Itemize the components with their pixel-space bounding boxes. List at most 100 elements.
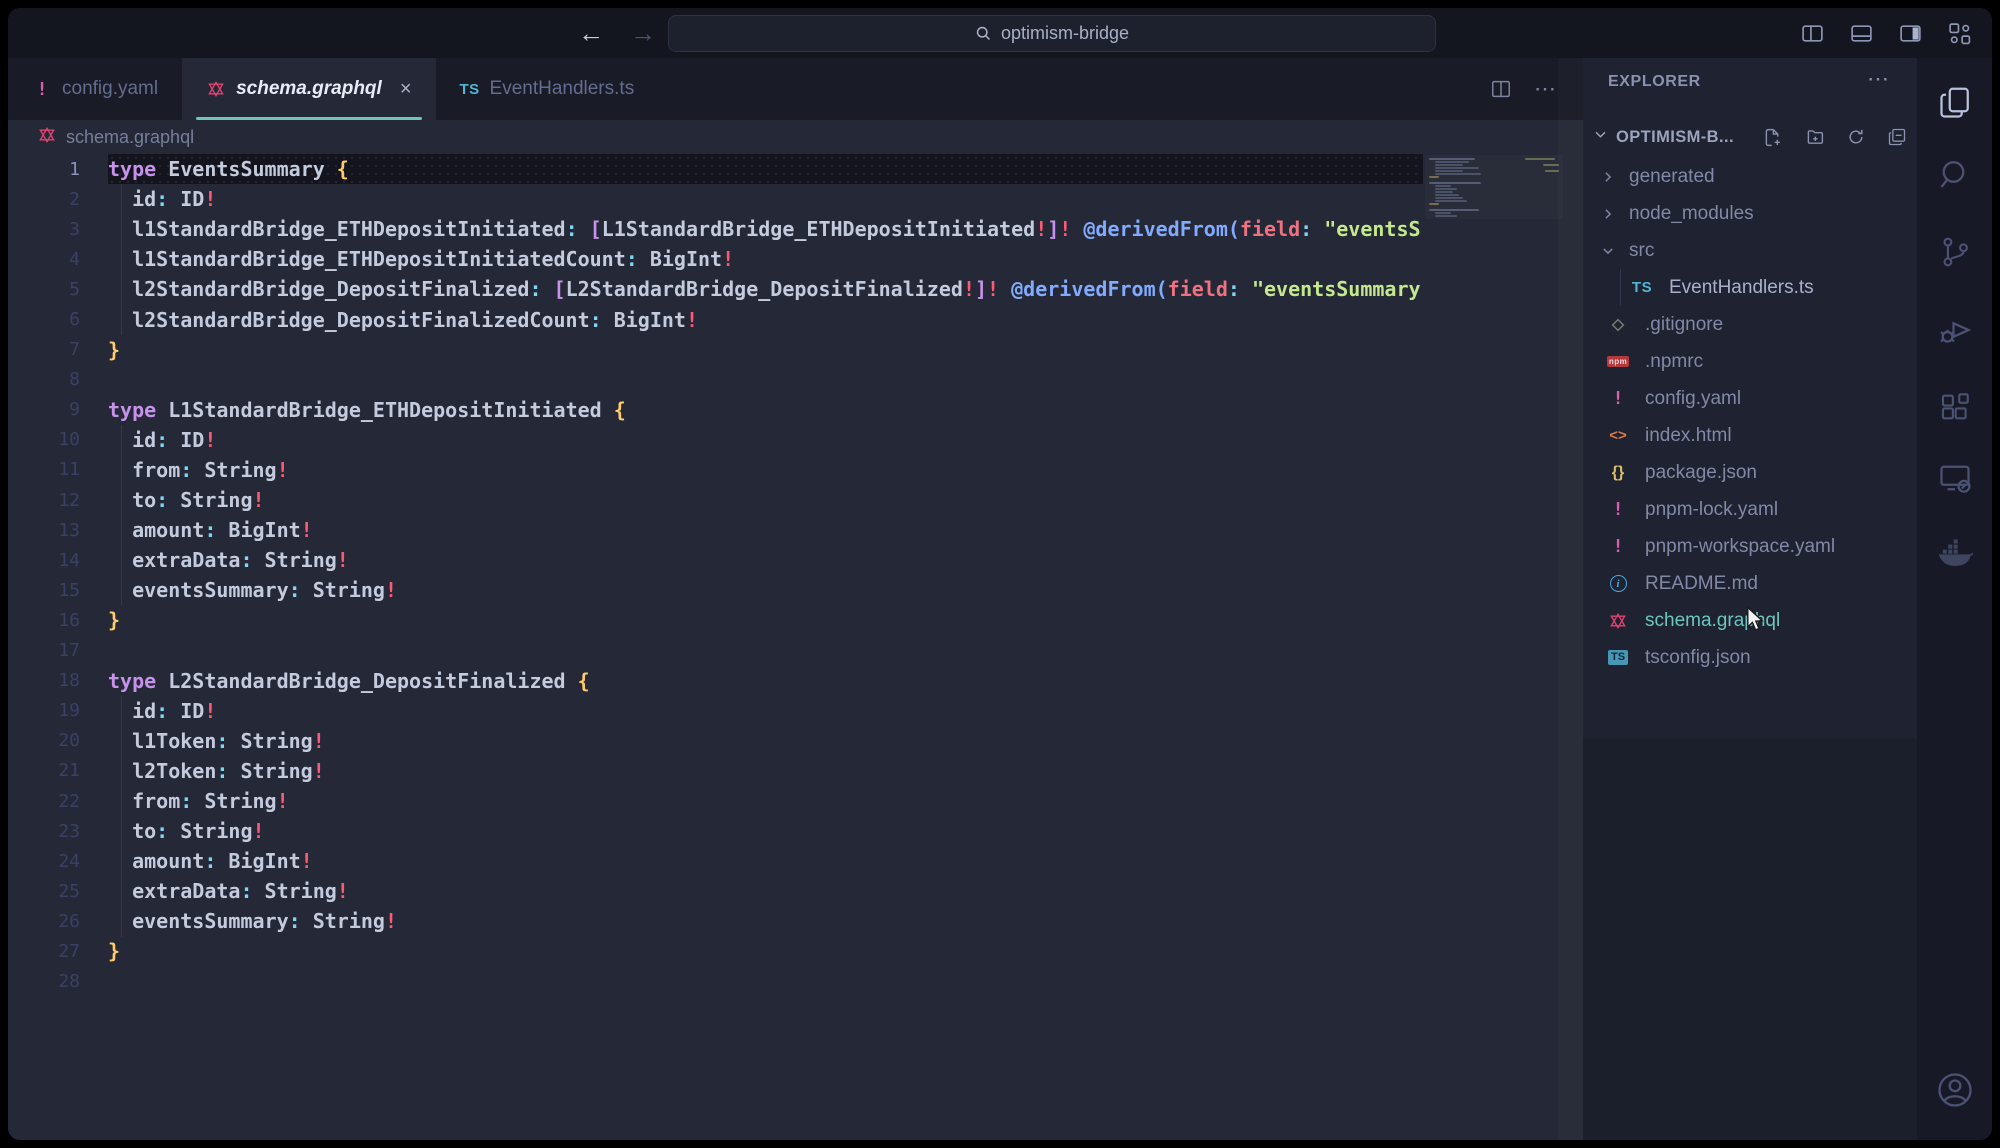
tree-folder-generated[interactable]: generated xyxy=(1583,158,1917,195)
code-line-21[interactable]: 21 l2Token: String! xyxy=(8,756,1423,786)
line-number: 22 xyxy=(8,791,108,812)
line-number: 9 xyxy=(8,399,108,420)
customize-layout-icon[interactable] xyxy=(1947,21,1972,46)
toggle-panel-right-icon[interactable] xyxy=(1898,21,1923,46)
tree-file-tsconfig.json[interactable]: TStsconfig.json xyxy=(1583,639,1917,676)
activity-run-debug-icon[interactable] xyxy=(1937,312,1973,348)
activity-explorer-icon[interactable] xyxy=(1937,85,1973,121)
graphql-icon xyxy=(38,126,56,149)
tree-file-.gitignore[interactable]: .gitignore xyxy=(1583,306,1917,343)
line-number: 12 xyxy=(8,490,108,511)
tree-file-pnpm-workspace.yaml[interactable]: !pnpm-workspace.yaml xyxy=(1583,528,1917,565)
line-number: 24 xyxy=(8,851,108,872)
ellipsis-icon[interactable]: ⋯ xyxy=(1534,76,1557,102)
code-line-27[interactable]: 27} xyxy=(8,936,1423,966)
code-editor[interactable]: 1type EventsSummary {2 id: ID!3 l1Standa… xyxy=(8,154,1583,1140)
line-number: 21 xyxy=(8,760,108,781)
code-line-25[interactable]: 25 extraData: String! xyxy=(8,876,1423,906)
code-line-10[interactable]: 10 id: ID! xyxy=(8,425,1423,455)
new-file-icon[interactable] xyxy=(1762,127,1783,148)
code-line-28[interactable]: 28 xyxy=(8,967,1423,997)
breadcrumb[interactable]: schema.graphql xyxy=(8,120,1583,154)
code-line-14[interactable]: 14 extraData: String! xyxy=(8,545,1423,575)
code-line-20[interactable]: 20 l1Token: String! xyxy=(8,726,1423,756)
code-text: amount: BigInt! xyxy=(108,849,313,873)
ts-text-icon: TS xyxy=(460,81,480,98)
activity-extensions-icon[interactable] xyxy=(1938,390,1972,424)
code-line-7[interactable]: 7} xyxy=(8,335,1423,365)
minimap[interactable] xyxy=(1425,155,1563,219)
tab-close-icon[interactable]: × xyxy=(400,78,412,101)
activity-account-icon[interactable] xyxy=(1935,1070,1975,1110)
layout-controls xyxy=(1800,8,1972,58)
history-forward-button[interactable]: → xyxy=(630,20,656,46)
activity-source-control-icon[interactable] xyxy=(1938,235,1972,269)
tree-file-README.md[interactable]: iREADME.md xyxy=(1583,565,1917,602)
screenshot-stage: ← → optimism-bridge xyxy=(0,0,2000,1148)
editor-scrollbar[interactable] xyxy=(1558,58,1583,1140)
line-number: 28 xyxy=(8,971,108,992)
code-text: l1StandardBridge_ETHDepositInitiated: [L… xyxy=(108,217,1421,241)
tab-schema.graphql[interactable]: schema.graphql× xyxy=(182,58,435,120)
code-line-15[interactable]: 15 eventsSummary: String! xyxy=(8,575,1423,605)
line-number: 10 xyxy=(8,429,108,450)
new-folder-icon[interactable] xyxy=(1804,127,1825,148)
code-line-2[interactable]: 2 id: ID! xyxy=(8,184,1423,214)
mouse-cursor xyxy=(1743,606,1767,637)
search-value: optimism-bridge xyxy=(1001,23,1129,44)
tree-file-package.json[interactable]: {}package.json xyxy=(1583,454,1917,491)
code-line-6[interactable]: 6 l2StandardBridge_DepositFinalizedCount… xyxy=(8,304,1423,334)
chevron-right-icon xyxy=(1601,207,1615,221)
history-back-button[interactable]: ← xyxy=(578,20,604,46)
explorer-more-actions[interactable]: ⋯ xyxy=(1867,66,1889,92)
code-line-8[interactable]: 8 xyxy=(8,365,1423,395)
code-line-17[interactable]: 17 xyxy=(8,636,1423,666)
tree-file-EventHandlers.ts[interactable]: TSEventHandlers.ts xyxy=(1583,269,1917,306)
file-tree: generated node_modulessrc TSEventHandlers.… xyxy=(1583,158,1917,676)
tab-config.yaml[interactable]: !config.yaml xyxy=(8,58,182,120)
tab-label: config.yaml xyxy=(62,78,158,100)
activity-remote-explorer-icon[interactable] xyxy=(1937,460,1973,496)
tree-file-index.html[interactable]: <>index.html xyxy=(1583,417,1917,454)
code-line-11[interactable]: 11 from: String! xyxy=(8,455,1423,485)
command-center-search[interactable]: optimism-bridge xyxy=(668,15,1436,52)
tree-folder-node_modules[interactable]: node_modules xyxy=(1583,195,1917,232)
code-line-16[interactable]: 16} xyxy=(8,605,1423,635)
code-line-26[interactable]: 26 eventsSummary: String! xyxy=(8,906,1423,936)
tree-file-.npmrc[interactable]: npm.npmrc xyxy=(1583,343,1917,380)
tree-item-label: generated xyxy=(1629,166,1715,188)
code-line-9[interactable]: 9type L1StandardBridge_ETHDepositInitiat… xyxy=(8,395,1423,425)
line-number: 15 xyxy=(8,580,108,601)
code-text: type L1StandardBridge_ETHDepositInitiate… xyxy=(108,398,626,422)
activity-docker-icon[interactable] xyxy=(1936,536,1974,570)
line-number: 26 xyxy=(8,911,108,932)
code-line-24[interactable]: 24 amount: BigInt! xyxy=(8,846,1423,876)
project-root-row[interactable]: OPTIMISM-B... xyxy=(1583,118,1917,156)
code-line-3[interactable]: 3 l1StandardBridge_ETHDepositInitiated: … xyxy=(8,214,1423,244)
code-line-13[interactable]: 13 amount: BigInt! xyxy=(8,515,1423,545)
tree-item-label: src xyxy=(1629,240,1654,262)
code-line-22[interactable]: 22 from: String! xyxy=(8,786,1423,816)
toggle-panel-left-icon[interactable] xyxy=(1800,21,1825,46)
code-line-18[interactable]: 18type L2StandardBridge_DepositFinalized… xyxy=(8,666,1423,696)
split-editor-icon[interactable] xyxy=(1490,78,1512,100)
code-line-12[interactable]: 12 to: String! xyxy=(8,485,1423,515)
refresh-icon[interactable] xyxy=(1846,127,1866,148)
code-text: to: String! xyxy=(108,488,265,512)
code-line-4[interactable]: 4 l1StandardBridge_ETHDepositInitiatedCo… xyxy=(8,244,1423,274)
line-number: 6 xyxy=(8,309,108,330)
toggle-panel-bottom-icon[interactable] xyxy=(1849,21,1874,46)
activity-search-icon[interactable] xyxy=(1937,157,1973,193)
tree-file-config.yaml[interactable]: !config.yaml xyxy=(1583,380,1917,417)
workbench: !config.yaml schema.graphql×TSEventHandl… xyxy=(8,58,1992,1140)
tab-EventHandlers.ts[interactable]: TSEventHandlers.ts xyxy=(436,58,659,120)
code-line-19[interactable]: 19 id: ID! xyxy=(8,696,1423,726)
graphql-icon xyxy=(206,80,226,98)
explorer-sidebar: EXPLORER ⋯ OPTIMISM-B... generatednode_m… xyxy=(1583,58,1917,1140)
code-line-23[interactable]: 23 to: String! xyxy=(8,816,1423,846)
collapse-all-icon[interactable] xyxy=(1887,127,1907,148)
code-line-1[interactable]: 1type EventsSummary { xyxy=(8,154,1423,184)
code-line-5[interactable]: 5 l2StandardBridge_DepositFinalized: [L2… xyxy=(8,274,1423,304)
tree-folder-src[interactable]: src xyxy=(1583,232,1917,269)
tree-file-pnpm-lock.yaml[interactable]: !pnpm-lock.yaml xyxy=(1583,491,1917,528)
